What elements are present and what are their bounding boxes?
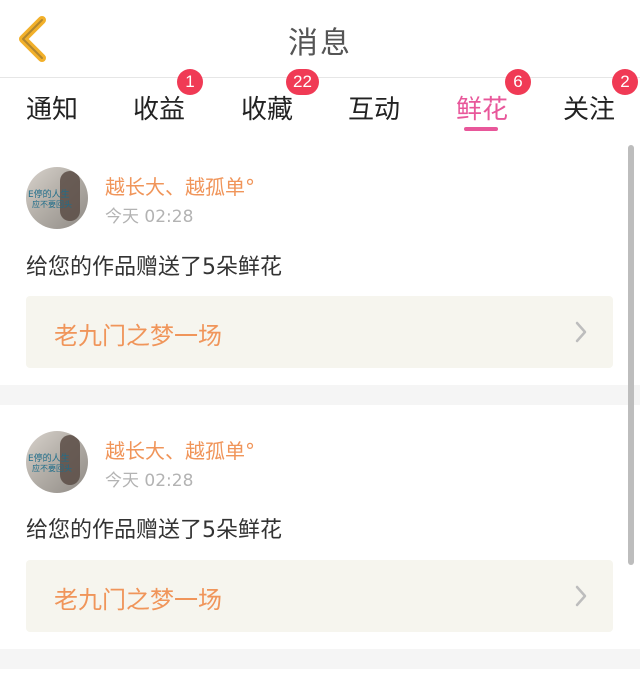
tab-label: 通知 [26, 95, 79, 125]
tab-badge: 1 [177, 69, 203, 95]
tab-label: 收益 [133, 95, 186, 125]
active-tab-indicator [464, 127, 498, 131]
message-text: 给您的作品赠送了5朵鲜花 [26, 518, 282, 543]
work-title: 老九门之梦一场 [54, 586, 222, 614]
chevron-right-icon [575, 321, 587, 343]
avatar[interactable]: E停的人生 应不要回头 [26, 431, 88, 493]
flower-list: E停的人生 应不要回头 越长大、越孤单° 今天 02:28 给您的作品赠送了5朵… [0, 143, 640, 690]
work-link[interactable]: 老九门之梦一场 [26, 560, 613, 632]
tab-following[interactable]: 关注 2 [563, 69, 640, 143]
username[interactable]: 越长大、越孤单° [105, 435, 255, 464]
username[interactable]: 越长大、越孤单° [105, 171, 255, 200]
timestamp: 今天 02:28 [105, 471, 194, 491]
tab-interactions[interactable]: 互动 [348, 79, 408, 143]
chevron-right-icon [575, 585, 587, 607]
tab-label: 关注 [563, 95, 616, 125]
message-text: 给您的作品赠送了5朵鲜花 [26, 255, 282, 280]
top-bar: 消息 [0, 0, 640, 78]
tab-flowers[interactable]: 鲜花 6 [456, 69, 531, 143]
scrollbar[interactable] [628, 145, 634, 565]
work-link[interactable]: 老九门之梦一场 [26, 296, 613, 368]
list-item: E停的人生 应不要回头 越长大、越孤单° 今天 02:28 给您的作品赠送了5朵… [0, 143, 640, 385]
tab-bar: 通知 收益 1 收藏 22 互动 鲜花 6 关注 2 [0, 69, 640, 143]
list-item: E停的人生 应不要回头 越长大、越孤单° 今天 02:28 给您的作品赠送了5朵… [0, 405, 640, 649]
tab-earnings[interactable]: 收益 1 [133, 69, 203, 143]
tab-label: 互动 [348, 95, 401, 125]
avatar[interactable]: E停的人生 应不要回头 [26, 167, 88, 229]
timestamp: 今天 02:28 [105, 207, 194, 227]
tab-favorites[interactable]: 收藏 22 [241, 69, 319, 143]
tab-label: 鲜花 [456, 95, 509, 125]
tab-badge: 6 [505, 69, 531, 95]
work-title: 老九门之梦一场 [54, 322, 222, 350]
tab-label: 收藏 [241, 95, 294, 125]
tab-badge: 22 [286, 69, 319, 95]
page-title: 消息 [288, 26, 352, 61]
tab-notifications[interactable]: 通知 [26, 79, 86, 143]
tab-badge: 2 [612, 69, 638, 95]
list-item [0, 669, 640, 690]
